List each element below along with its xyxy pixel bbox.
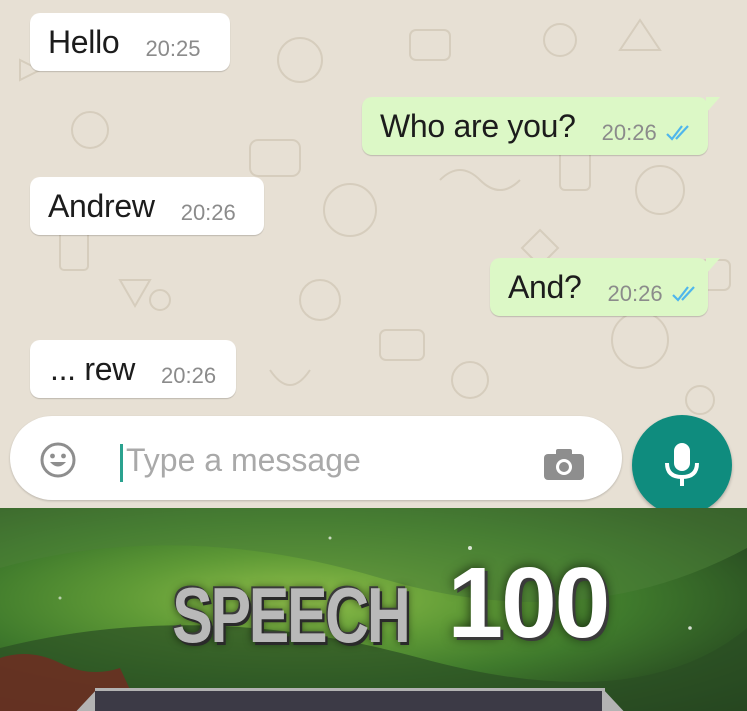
banner-plate-right (602, 688, 630, 711)
skill-name: SPEECH (171, 571, 410, 659)
message-timestamp: 20:26 (601, 120, 657, 145)
message-text: And? (508, 268, 582, 305)
message-bubble-outgoing[interactable]: Who are you? 20:26 (362, 97, 720, 155)
bubble-tail (706, 258, 720, 274)
microphone-icon (665, 443, 699, 486)
bubble-tail (706, 97, 720, 113)
message-bubble-outgoing[interactable]: And? 20:26 (490, 258, 720, 316)
message-text: Andrew (48, 187, 155, 224)
message-bubble-incoming[interactable]: Andrew 20:26 (30, 177, 264, 235)
level-up-banner: SPEECH 100 (0, 508, 747, 711)
camera-icon[interactable] (542, 446, 586, 482)
message-timestamp: 20:26 (161, 363, 217, 388)
text-cursor (120, 444, 123, 482)
read-double-tick-icon (671, 286, 695, 302)
emoji-icon[interactable] (40, 442, 76, 478)
message-text: ... rew (50, 350, 136, 387)
skill-level: 100 (447, 547, 610, 659)
message-timestamp: 20:25 (145, 36, 201, 61)
banner-plate (95, 688, 605, 711)
banner-plate-left (70, 688, 98, 711)
message-timestamp: 20:26 (180, 200, 236, 225)
message-text: Who are you? (380, 107, 576, 144)
mic-button[interactable] (632, 415, 732, 508)
chat-panel: Hello 20:25 Who are you? 20:26 Andrew 20… (0, 0, 747, 508)
message-input[interactable] (126, 438, 526, 482)
message-text: Hello (48, 23, 120, 60)
message-timestamp: 20:26 (607, 281, 663, 306)
message-bubble-incoming[interactable]: ... rew 20:26 (30, 340, 236, 398)
read-double-tick-icon (665, 125, 689, 141)
message-composer (10, 416, 622, 500)
skill-level-title: SPEECH 100 (0, 546, 747, 661)
message-bubble-incoming[interactable]: Hello 20:25 (30, 13, 230, 71)
